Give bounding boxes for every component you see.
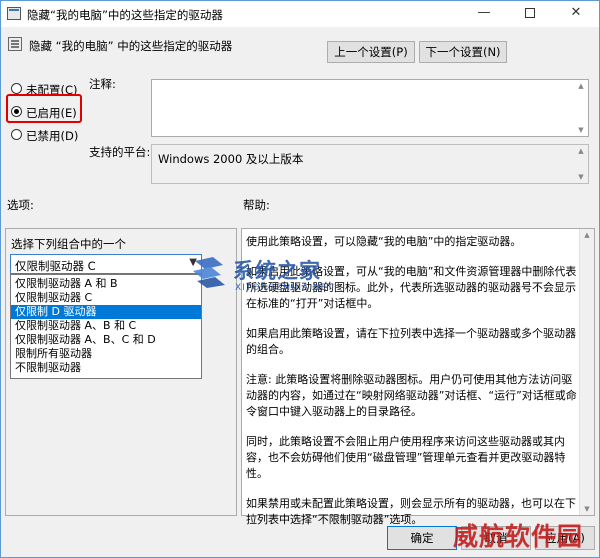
close-button[interactable]: ✕ (553, 1, 599, 27)
window-title: 隐藏“我的电脑”中的这些指定的驱动器 (27, 8, 223, 22)
dropdown-option[interactable]: 不限制驱动器 (11, 361, 201, 375)
radio-indicator (11, 129, 22, 140)
policy-window-icon (7, 7, 21, 20)
help-paragraph: 注意: 此策略设置将删除驱动器图标。用户仍可使用其他方法访问驱动器的内容，如通过… (246, 373, 577, 418)
watermark-logo-icon (193, 257, 225, 288)
platform-label: 支持的平台: (89, 145, 151, 159)
minimize-button[interactable]: — (461, 1, 507, 27)
comment-label: 注释: (89, 77, 116, 91)
dropdown-option[interactable]: 仅限制驱动器 C (11, 291, 201, 305)
platform-value: Windows 2000 及以上版本 (158, 152, 304, 166)
help-paragraph: 使用此策略设置，可以隐藏“我的电脑”中的指定驱动器。 (246, 235, 522, 248)
dropdown-option[interactable]: 仅限制驱动器 A、B 和 C (11, 319, 201, 333)
scroll-down-icon[interactable]: ▼ (576, 173, 586, 181)
platform-field: Windows 2000 及以上版本 ▲ ▼ (151, 144, 589, 184)
watermark-subtext: XITONGZHIJIA.NET (235, 283, 334, 293)
dropdown-option[interactable]: 仅限制驱动器 A 和 B (11, 277, 201, 291)
enabled-highlight-box (6, 94, 82, 123)
policy-setting-icon (8, 37, 22, 51)
options-label: 选项: (7, 198, 34, 212)
help-scrollbar[interactable]: ▲ ▼ (579, 229, 594, 515)
scroll-up-icon[interactable]: ▲ (576, 82, 586, 90)
radio-disabled[interactable]: 已禁用(D) (11, 127, 81, 143)
dropdown-option-highlighted[interactable]: 仅限制 D 驱动器 (11, 305, 201, 319)
scroll-up-icon[interactable]: ▲ (576, 147, 586, 155)
help-paragraph: 同时，此策略设置不会阻止用户使用程序来访问这些驱动器或其内容，也不会妨碍他们使用… (246, 435, 566, 480)
policy-dialog-window: 隐藏“我的电脑”中的这些指定的驱动器 — ✕ 隐藏 “我的电脑” 中的这些指定的… (0, 0, 600, 558)
title-bar[interactable]: 隐藏“我的电脑”中的这些指定的驱动器 — ✕ (1, 1, 599, 27)
watermark-xitongzhijia: 系统之家 XITONGZHIJIA.NET (191, 253, 381, 303)
help-label: 帮助: (243, 198, 270, 212)
drive-select-value: 仅限制驱动器 C (15, 259, 96, 273)
scroll-down-icon[interactable]: ▼ (582, 505, 592, 513)
corner-watermark: 威航软件园 (453, 522, 584, 551)
maximize-icon (525, 7, 535, 18)
comment-textarea[interactable]: ▲ ▼ (151, 79, 589, 137)
radio-label: 已禁用(D) (26, 129, 79, 143)
drive-select[interactable]: 仅限制驱动器 C ▼ (10, 254, 202, 274)
radio-indicator (11, 83, 22, 94)
watermark-text: 系统之家 (233, 258, 321, 283)
scroll-up-icon[interactable]: ▲ (582, 231, 592, 239)
next-setting-button[interactable]: 下一个设置(N) (419, 41, 507, 63)
policy-name: 隐藏 “我的电脑” 中的这些指定的驱动器 (29, 39, 233, 53)
dropdown-option[interactable]: 仅限制驱动器 A、B、C 和 D (11, 333, 201, 347)
drive-dropdown-list: 仅限制驱动器 A 和 B 仅限制驱动器 C 仅限制 D 驱动器 仅限制驱动器 A… (10, 274, 202, 379)
maximize-button[interactable] (507, 1, 553, 27)
previous-setting-button[interactable]: 上一个设置(P) (327, 41, 415, 63)
options-title: 选择下列组合中的一个 (11, 237, 126, 251)
dropdown-option[interactable]: 限制所有驱动器 (11, 347, 201, 361)
help-paragraph: 如果启用此策略设置，请在下拉列表中选择一个驱动器或多个驱动器的组合。 (246, 327, 576, 356)
scroll-down-icon[interactable]: ▼ (576, 126, 586, 134)
ok-button[interactable]: 确定 (387, 526, 457, 550)
